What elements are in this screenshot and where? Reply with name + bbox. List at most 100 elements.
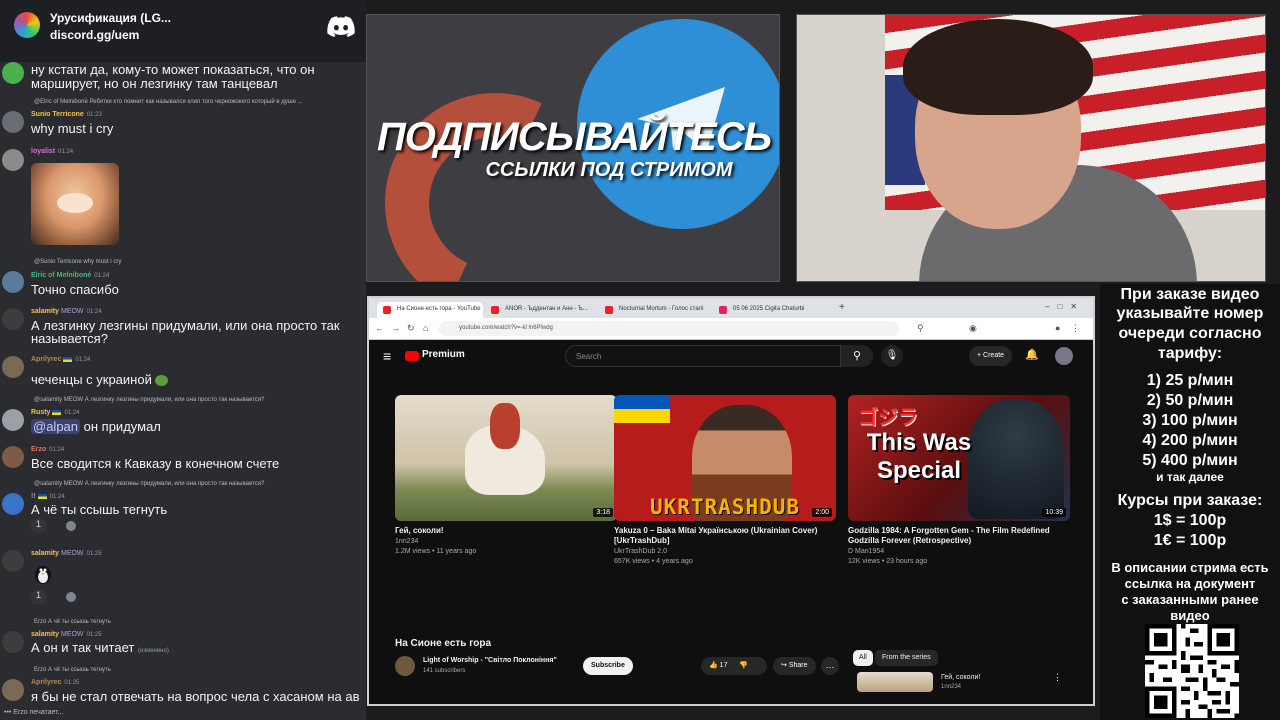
thumbnail-text: This Was Special [866, 429, 972, 484]
banner-subtitle: ССЫЛКИ ПОД СТРИМОМ [485, 159, 733, 181]
browser-tab[interactable]: На Сионе есть гора - YouTube [377, 302, 483, 318]
panel-intro: очереди согласно [1118, 325, 1262, 342]
video-meta: 657K views • 4 years ago [614, 558, 693, 565]
panel-intro: При заказе видео [1120, 286, 1260, 303]
chip-all[interactable]: All [853, 650, 873, 666]
tariff-item: 4) 200 р/мин [1142, 432, 1238, 449]
video-thumbnail[interactable]: 3:18 [395, 395, 617, 521]
video-card[interactable]: ゴジラ This Was Special 10:39 Godzilla 1984… [848, 395, 1070, 565]
username[interactable]: salamity MEOW 01:25 [31, 550, 102, 557]
avatar [2, 356, 24, 378]
extension-icon[interactable]: ◉ [969, 323, 977, 334]
username[interactable]: salamity MEOW 01:24 [31, 308, 102, 315]
tariff-item: 1) 25 р/мин [1146, 372, 1234, 389]
username[interactable]: Aprilyrec 01:25 [31, 679, 79, 686]
username[interactable]: Erzo 01:24 [31, 446, 64, 453]
youtube-premium-label[interactable]: Premium [422, 349, 465, 360]
thumbs-up-icon: 👍 [709, 662, 718, 669]
zoom-icon[interactable]: ⚲ [917, 323, 924, 334]
video-title[interactable]: Гей, соколи! [395, 526, 617, 536]
panel-note: видео [1170, 608, 1210, 623]
cat-gif-image[interactable] [31, 163, 119, 245]
more-actions-icon[interactable]: … [821, 657, 839, 675]
video-channel[interactable]: 1nn234 [395, 538, 418, 545]
side-video-thumbnail[interactable] [857, 672, 933, 692]
invite-link[interactable]: discord.gg/uem [50, 28, 139, 42]
panel-note: ссылка на документ [1124, 576, 1256, 591]
create-button[interactable]: + Create [969, 346, 1013, 366]
panel-note: В описании стрима есть [1111, 560, 1269, 575]
browser-tab[interactable]: 05 06 2025 Cigita Chaturbi [713, 302, 829, 318]
webcam-feed [796, 14, 1266, 282]
username[interactable]: Aprilyrec 01:24 [31, 356, 90, 363]
youtube-logo-icon[interactable] [405, 351, 419, 361]
username[interactable]: Rusty 01:24 [31, 409, 79, 416]
subscribe-button[interactable]: Subscribe [583, 657, 633, 675]
avatar [2, 308, 24, 330]
reply-preview[interactable]: @salamity MEOW А лезгинку лезгины придум… [34, 481, 264, 487]
channel-avatar[interactable] [395, 656, 415, 676]
account-avatar[interactable] [1055, 347, 1073, 365]
username[interactable]: !! 01:24 [31, 493, 65, 500]
side-video-channel[interactable]: 1nn234 [941, 684, 961, 690]
tariff-etc: и так далее [1156, 470, 1224, 484]
back-icon[interactable]: ← [375, 323, 384, 333]
reply-preview[interactable]: @Elric of Melniboné Ребятки кто помнит к… [34, 99, 303, 105]
reply-preview[interactable]: Erzo А чё ты ссышь тегнуть [34, 667, 111, 673]
url-input[interactable]: youtube.com/watch?v=-kl ln6Plwdg [439, 321, 899, 336]
search-input[interactable]: Search [565, 345, 841, 367]
new-tab-icon[interactable]: + [839, 302, 845, 313]
username[interactable]: Sunio Terricone 01:23 [31, 111, 102, 118]
video-thumbnail[interactable]: ゴジラ This Was Special 10:39 [848, 395, 1070, 521]
reaction-chip[interactable]: 1 [31, 590, 47, 604]
user-mention[interactable]: @alpan [31, 419, 81, 434]
home-icon[interactable]: ⌂ [423, 323, 428, 333]
hamburger-menu-icon[interactable]: ≡ [383, 348, 391, 364]
window-controls[interactable]: –□✕ [1045, 302, 1085, 311]
username[interactable]: Elric of Melniboné 01:24 [31, 272, 109, 279]
share-icon: ↪ [781, 662, 787, 669]
banner-title: ПОДПИСЫВАЙТЕСЬ [376, 115, 772, 159]
video-channel[interactable]: D Man1954 [848, 548, 884, 555]
username[interactable]: salamity MEOW 01:25 [31, 631, 102, 638]
browser-window: На Сионе есть гора - YouTube ANOR - Ъдде… [367, 296, 1095, 706]
video-channel[interactable]: UkrTrashDub 2.0 [614, 548, 667, 555]
avatar [2, 409, 24, 431]
video-title[interactable]: Yakuza 0 – Baka Mitai Українською (Ukrai… [614, 526, 836, 546]
video-card[interactable]: 3:18 Гей, соколи! 1nn234 1.2M views • 11… [395, 395, 617, 555]
chip-from-series[interactable]: From the series [875, 650, 938, 666]
reaction-chip[interactable]: 1 [31, 519, 47, 533]
browser-tab[interactable]: ANOR - Ъддентан и Анн - Ъ... [485, 302, 597, 318]
search-icon[interactable]: ⚲ [841, 345, 873, 367]
forward-icon[interactable]: → [391, 323, 400, 333]
add-reaction-icon[interactable] [66, 592, 76, 602]
message-text: ну кстати да, кому-то может показаться, … [31, 62, 315, 77]
share-button[interactable]: ↪ Share [773, 657, 816, 675]
browser-menu-icon[interactable]: ⋮ [1071, 323, 1080, 334]
message-text: А чё ты ссышь тегнуть [31, 502, 168, 517]
profile-icon[interactable]: ● [1055, 323, 1060, 333]
channel-name[interactable]: Light of Worship - "Світло Поклоніння" [423, 657, 557, 664]
username[interactable]: loyalist 01:24 [31, 148, 73, 155]
add-reaction-icon[interactable] [66, 521, 76, 531]
rates-title: Курсы при заказе: [1117, 492, 1263, 509]
video-title[interactable]: Godzilla 1984: A Forgotten Gem - The Fil… [848, 526, 1070, 546]
tab-favicon-icon [719, 306, 727, 314]
video-thumbnail[interactable]: UKRTRASHDUB 2:00 [614, 395, 836, 521]
reply-preview[interactable]: @Sunio Terricone why must i cry [34, 259, 121, 265]
message-text: А он и так читает (изменено) [31, 640, 169, 655]
side-video-title[interactable]: Гей, соколи! [941, 674, 980, 681]
server-icon[interactable] [14, 12, 40, 38]
notifications-bell-icon[interactable]: 🔔 [1025, 348, 1039, 361]
rate-item: 1€ = 100р [1153, 532, 1227, 549]
microphone-icon[interactable]: 🎙 [881, 345, 903, 367]
side-video-more-icon[interactable]: ⋮ [1053, 672, 1062, 683]
reply-preview[interactable]: Erzo А чё ты ссышь тегнуть [34, 619, 111, 625]
reply-preview[interactable]: @salamity MEOW А лезгинку лезгины придум… [34, 397, 264, 403]
like-button[interactable]: 👍 17 👎 [701, 657, 767, 675]
browser-tab[interactable]: Nocturnal Mortum - Голос сталі [599, 302, 711, 318]
video-card[interactable]: UKRTRASHDUB 2:00 Yakuza 0 – Baka Mitai У… [614, 395, 836, 565]
thumbs-down-icon[interactable]: 👎 [739, 662, 748, 669]
reload-icon[interactable]: ↻ [407, 323, 415, 334]
discord-header: Урусификация (LG... discord.gg/uem [0, 0, 366, 62]
